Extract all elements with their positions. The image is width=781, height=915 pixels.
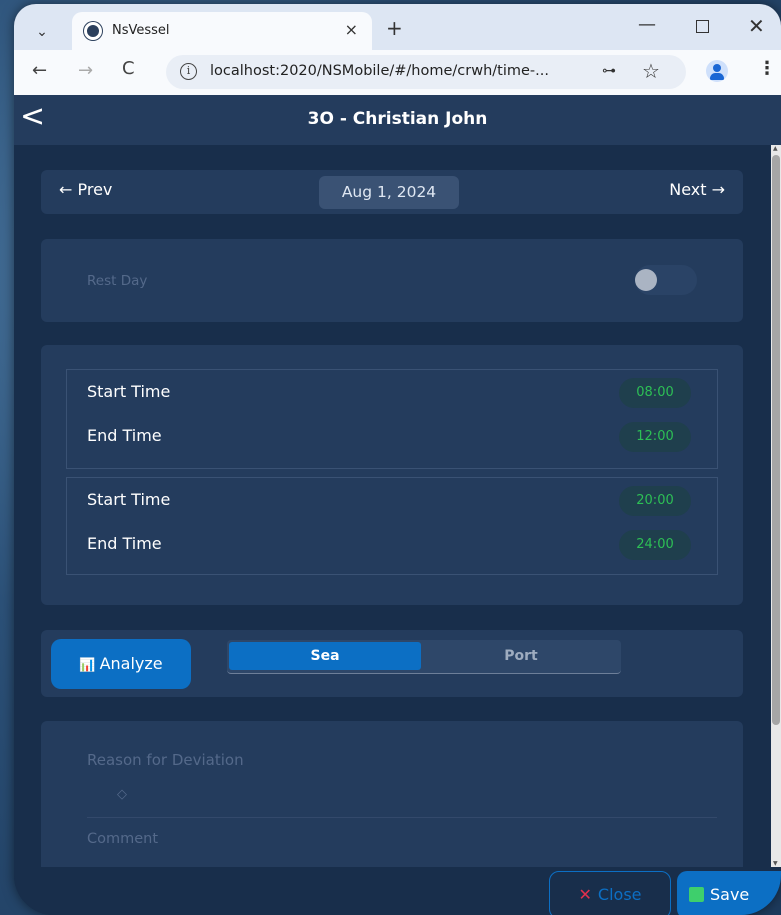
time-range-1: Start Time 08:00 End Time 12:00 <box>66 369 718 469</box>
page-title: 3O - Christian John <box>307 109 488 129</box>
prev-button[interactable]: ← Prev <box>59 180 112 199</box>
analyze-button[interactable]: 📊 Analyze <box>51 639 191 689</box>
favicon-icon <box>84 22 102 40</box>
start-time-row: Start Time 08:00 <box>67 372 717 412</box>
start-time-label: Start Time <box>87 382 171 401</box>
start-time-value[interactable]: 20:00 <box>619 486 691 516</box>
reload-icon[interactable]: C <box>122 58 135 79</box>
end-time-value[interactable]: 12:00 <box>619 422 691 452</box>
end-time-label: End Time <box>87 426 162 445</box>
scroll-down-icon[interactable]: ▼ <box>773 860 778 867</box>
analyze-label: Analyze <box>99 654 163 673</box>
bookmark-star-icon[interactable]: ☆ <box>642 59 660 83</box>
save-button[interactable]: Save <box>677 871 781 915</box>
segment-sea[interactable]: Sea <box>229 642 421 670</box>
password-key-icon[interactable]: ⊶ <box>602 63 616 79</box>
start-time-value[interactable]: 08:00 <box>619 378 691 408</box>
date-picker[interactable]: Aug 1, 2024 <box>319 176 459 209</box>
start-time-label: Start Time <box>87 490 171 509</box>
tab-strip: ⌄ NsVessel × + — ✕ <box>14 4 781 50</box>
sea-port-segment: Sea Port <box>227 640 621 674</box>
tab-search-chevron-icon[interactable]: ⌄ <box>28 18 56 46</box>
new-tab-icon[interactable]: + <box>386 16 403 40</box>
reason-label: Reason for Deviation <box>87 751 244 769</box>
time-range-2: Start Time 20:00 End Time 24:00 <box>66 477 718 575</box>
bar-chart-icon: 📊 <box>79 658 96 673</box>
save-disk-icon <box>689 887 704 902</box>
tab-title: NsVessel <box>112 23 170 38</box>
profile-avatar-icon[interactable] <box>706 60 728 82</box>
divider <box>87 817 717 818</box>
close-window-icon[interactable]: ✕ <box>748 14 765 38</box>
minimize-icon[interactable]: — <box>638 14 656 35</box>
close-label: Close <box>597 885 642 904</box>
analyze-card: 📊 Analyze Sea Port <box>41 630 743 697</box>
tab-close-icon[interactable]: × <box>345 20 358 39</box>
end-time-label: End Time <box>87 534 162 553</box>
scrollbar[interactable]: ▲ ▼ <box>771 145 781 867</box>
scroll-up-icon[interactable]: ▲ <box>773 145 778 152</box>
save-label: Save <box>710 885 750 904</box>
site-info-icon[interactable]: i <box>180 63 197 80</box>
close-x-icon: ✕ <box>578 885 592 904</box>
toggle-knob <box>635 269 657 291</box>
browser-tab[interactable]: NsVessel × <box>72 12 372 50</box>
close-button[interactable]: ✕ Close <box>549 871 671 915</box>
address-toolbar: ← → C i localhost:2020/NSMobile/#/home/c… <box>14 50 781 95</box>
end-time-value[interactable]: 24:00 <box>619 530 691 560</box>
segment-port[interactable]: Port <box>423 642 619 670</box>
forward-icon[interactable]: → <box>78 60 93 81</box>
next-button[interactable]: Next → <box>669 180 725 199</box>
end-time-row: End Time 24:00 <box>67 524 717 564</box>
scroll-thumb[interactable] <box>772 155 780 725</box>
deviation-card: Reason for Deviation ◇ Comment <box>41 721 743 867</box>
reason-select-icon[interactable]: ◇ <box>117 787 127 802</box>
footer-actions: ✕ Close Save <box>14 867 781 915</box>
content-scroll-area[interactable]: ← Prev Aug 1, 2024 Next → Rest Day Start… <box>14 145 781 867</box>
date-navigator: ← Prev Aug 1, 2024 Next → <box>41 170 743 214</box>
end-time-row: End Time 12:00 <box>67 416 717 456</box>
browser-menu-icon[interactable]: ⋮ <box>758 58 776 79</box>
browser-window: ⌄ NsVessel × + — ✕ ← → C i localhost:202… <box>14 4 781 915</box>
start-time-row: Start Time 20:00 <box>67 480 717 520</box>
time-ranges-card: Start Time 08:00 End Time 12:00 Start Ti… <box>41 345 743 605</box>
rest-day-toggle[interactable] <box>635 265 697 295</box>
app-header: < 3O - Christian John <box>14 95 781 145</box>
app-viewport: < 3O - Christian John ← Prev Aug 1, 2024… <box>14 95 781 915</box>
comment-label: Comment <box>87 831 159 847</box>
maximize-icon[interactable] <box>696 20 709 33</box>
address-bar[interactable]: i localhost:2020/NSMobile/#/home/crwh/ti… <box>166 55 686 89</box>
rest-day-card: Rest Day <box>41 239 743 322</box>
back-icon[interactable]: ← <box>32 60 47 81</box>
rest-day-label: Rest Day <box>87 273 148 289</box>
url-text[interactable]: localhost:2020/NSMobile/#/home/crwh/time… <box>210 63 549 79</box>
